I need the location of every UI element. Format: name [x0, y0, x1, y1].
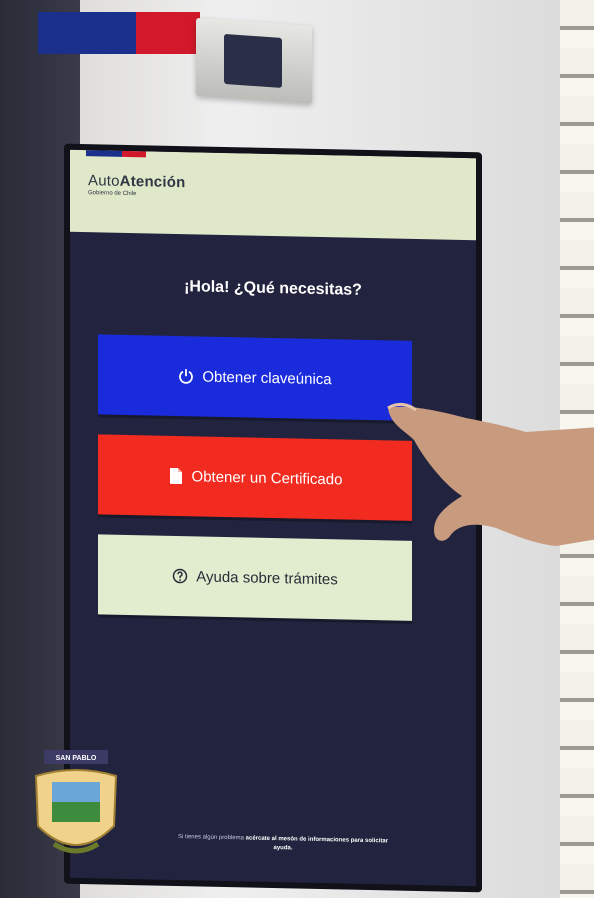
- power-icon: [178, 368, 194, 384]
- document-icon: [168, 467, 184, 485]
- crest-label: SAN PABLO: [56, 755, 97, 762]
- header-flag-stripe: [86, 150, 146, 158]
- obtener-claveunica-button[interactable]: Obtener claveúnica: [98, 334, 412, 421]
- help-circle-icon: [172, 568, 188, 584]
- help-footer-text: Si tienes algún problema acércate al mes…: [177, 833, 389, 852]
- camera-lens: [224, 33, 282, 88]
- kiosk-camera: [196, 17, 312, 105]
- pointing-hand: [387, 402, 594, 546]
- ayuda-tramites-button[interactable]: Ayuda sobre trámites: [98, 534, 412, 621]
- brand-subtitle: Gobierno de Chile: [88, 190, 137, 198]
- obtener-certificado-button[interactable]: Obtener un Certificado: [98, 434, 412, 521]
- button-label: Obtener un Certificado: [191, 467, 343, 488]
- brand-name: AutoAtención: [88, 172, 186, 192]
- button-label: Ayuda sobre trámites: [196, 567, 338, 588]
- page-title: ¡Hola! ¿Qué necesitas?: [184, 278, 362, 299]
- app-header: AutoAtención Gobierno de Chile: [70, 149, 476, 241]
- brand-logo: AutoAtención Gobierno de Chile: [88, 172, 185, 198]
- button-label: Obtener claveúnica: [202, 368, 332, 388]
- municipality-crest: SAN PABLO: [34, 750, 118, 854]
- flag-stripe: [38, 12, 200, 54]
